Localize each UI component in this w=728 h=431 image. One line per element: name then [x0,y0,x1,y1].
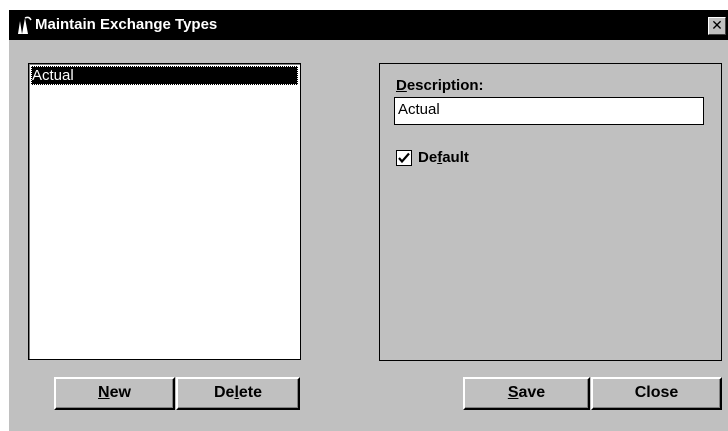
exchange-types-list[interactable]: Actual [28,63,301,360]
close-icon: ✕ [711,17,723,33]
details-group: Description: Actual Default [379,63,722,361]
dialog-window: Maintain Exchange Types ✕ Actual Descrip… [9,10,728,431]
window-title: Maintain Exchange Types [35,16,218,33]
title-bar[interactable]: Maintain Exchange Types ✕ [9,10,728,40]
description-label: Description: [396,77,484,94]
list-item[interactable]: Actual [31,66,298,85]
close-window-button[interactable]: ✕ [708,17,726,35]
default-label: Default [418,149,469,166]
app-icon [15,15,33,35]
checkmark-icon [398,152,410,164]
save-button[interactable]: Save [463,377,590,410]
close-button[interactable]: Close [591,377,722,410]
description-input[interactable]: Actual [394,97,704,125]
default-checkbox[interactable] [396,150,412,166]
new-button[interactable]: New [54,377,175,410]
delete-button[interactable]: Delete [176,377,300,410]
